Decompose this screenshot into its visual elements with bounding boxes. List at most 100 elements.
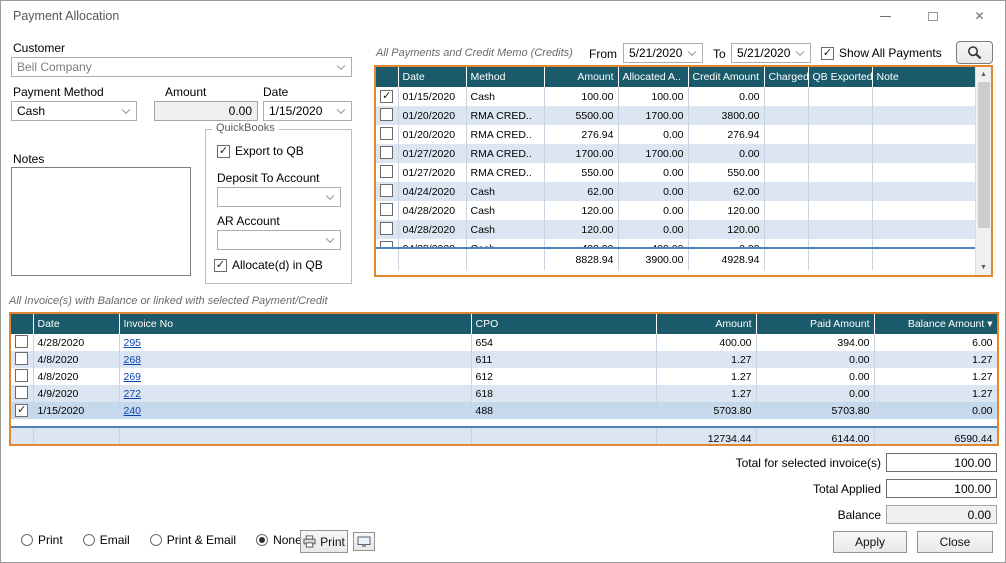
- payment-row-checkbox[interactable]: [380, 203, 393, 216]
- payment-row[interactable]: 04/28/2020 Cash 120.00 0.00 120.00: [376, 220, 975, 239]
- balance-field[interactable]: 0.00: [886, 505, 997, 524]
- payment-row-checkbox[interactable]: ✓: [380, 90, 393, 103]
- invoice-number-link[interactable]: 269: [124, 371, 142, 383]
- payment-row-checkbox[interactable]: [380, 127, 393, 140]
- payment-date-cell: 04/28/2020: [398, 220, 466, 239]
- payments-column-header[interactable]: [376, 67, 398, 87]
- scrollbar-thumb[interactable]: [978, 82, 990, 228]
- payments-column-header[interactable]: Amount: [544, 67, 618, 87]
- payment-date-combo[interactable]: 1/15/2020: [263, 101, 352, 121]
- payments-column-header[interactable]: Method: [466, 67, 544, 87]
- invoices-column-header[interactable]: Invoice No: [119, 314, 471, 334]
- invoice-row[interactable]: 4/8/2020 269 612 1.27 0.00 1.27: [11, 368, 997, 385]
- scroll-down-icon[interactable]: ▼: [976, 260, 991, 275]
- invoice-row[interactable]: ✓ 1/15/2020 240 488 5703.80 5703.80 0.00: [11, 402, 997, 419]
- payments-column-header[interactable]: Credit Amount: [688, 67, 764, 87]
- customer-combo[interactable]: Bell Company: [11, 57, 352, 77]
- from-label: From: [589, 47, 617, 61]
- payment-row[interactable]: 01/27/2020 RMA CRED.. 550.00 0.00 550.00: [376, 163, 975, 182]
- monitor-icon: [357, 536, 371, 548]
- radio-print-email[interactable]: Print & Email: [150, 533, 236, 547]
- payment-row-checkbox[interactable]: [380, 184, 393, 197]
- invoice-row[interactable]: 4/28/2020 295 654 400.00 394.00 6.00: [11, 334, 997, 351]
- to-date-combo[interactable]: 5/21/2020: [731, 43, 811, 63]
- search-button[interactable]: [956, 41, 993, 64]
- invoice-number-link[interactable]: 268: [124, 354, 142, 366]
- invoices-column-header[interactable]: Balance Amount ▾: [874, 314, 997, 334]
- magnifier-icon: [966, 45, 984, 60]
- minimize-button[interactable]: [862, 1, 909, 31]
- checkbox-box: ✓: [821, 47, 834, 60]
- invoices-totals-row: 12734.44 6144.00 6590.44: [11, 427, 997, 446]
- deposit-to-account-combo[interactable]: [217, 187, 341, 207]
- payment-row[interactable]: 04/28/2020 Cash 120.00 0.00 120.00: [376, 201, 975, 220]
- close-dialog-button[interactable]: Close: [917, 531, 993, 553]
- title-bar: Payment Allocation ✕: [1, 1, 1005, 31]
- payments-column-header[interactable]: Allocated A..: [618, 67, 688, 87]
- show-all-payments-checkbox[interactable]: ✓ Show All Payments: [821, 46, 942, 60]
- notes-input[interactable]: [11, 167, 191, 276]
- payments-caption: All Payments and Credit Memo (Credits): [376, 47, 573, 59]
- invoice-row-checkbox[interactable]: ✓: [15, 404, 28, 417]
- invoice-paid-cell: 0.00: [756, 368, 874, 385]
- payment-row[interactable]: ✓ 01/15/2020 Cash 100.00 100.00 0.00: [376, 87, 975, 106]
- apply-button[interactable]: Apply: [833, 531, 907, 553]
- print-options-button[interactable]: [353, 532, 375, 551]
- invoices-column-header[interactable]: Date: [33, 314, 119, 334]
- invoice-date-cell: 4/28/2020: [33, 334, 119, 351]
- invoices-column-header[interactable]: Amount: [656, 314, 756, 334]
- payments-column-header[interactable]: Note: [872, 67, 975, 87]
- export-to-qb-label: Export to QB: [235, 144, 304, 158]
- payment-amount-cell: 100.00: [544, 87, 618, 106]
- amount-field[interactable]: 0.00: [154, 101, 258, 121]
- invoice-row[interactable]: 4/8/2020 268 611 1.27 0.00 1.27: [11, 351, 997, 368]
- payments-column-header[interactable]: QB Exported: [808, 67, 872, 87]
- invoices-column-header[interactable]: CPO: [471, 314, 656, 334]
- payment-row[interactable]: 01/20/2020 RMA CRED.. 276.94 0.00 276.94: [376, 125, 975, 144]
- radio-print[interactable]: Print: [21, 533, 63, 547]
- export-to-qb-checkbox[interactable]: ✓ Export to QB: [217, 144, 304, 158]
- payment-method-combo[interactable]: Cash: [11, 101, 137, 121]
- invoice-row-checkbox[interactable]: [15, 386, 28, 399]
- allocated-in-qb-checkbox[interactable]: ✓ Allocate(d) in QB: [214, 258, 326, 272]
- payment-row-checkbox[interactable]: [380, 222, 393, 235]
- payment-row-checkbox[interactable]: [380, 241, 393, 248]
- invoice-amount-cell: 1.27: [656, 351, 756, 368]
- invoice-number-link[interactable]: 295: [124, 337, 142, 349]
- payment-row[interactable]: 01/20/2020 RMA CRED.. 5500.00 1700.00 38…: [376, 106, 975, 125]
- invoices-column-header[interactable]: [11, 314, 33, 334]
- invoice-number-link[interactable]: 240: [124, 405, 142, 417]
- close-button[interactable]: ✕: [956, 1, 1003, 31]
- date-label: Date: [263, 85, 288, 99]
- print-option-radios: Print Email Print & Email None: [21, 533, 302, 547]
- payment-row[interactable]: 04/24/2020 Cash 62.00 0.00 62.00: [376, 182, 975, 201]
- total-applied-field[interactable]: 100.00: [886, 479, 997, 498]
- invoice-row-checkbox[interactable]: [15, 369, 28, 382]
- invoices-column-header[interactable]: Paid Amount: [756, 314, 874, 334]
- payments-rows-area: ✓ 01/15/2020 Cash 100.00 100.00 0.00 01/…: [376, 87, 975, 247]
- customer-label: Customer: [13, 41, 65, 55]
- radio-none[interactable]: None: [256, 533, 302, 547]
- ar-account-combo[interactable]: [217, 230, 341, 250]
- payment-row-checkbox[interactable]: [380, 146, 393, 159]
- payment-row[interactable]: 04/28/2020 Cash 400.00 400.00 0.00: [376, 239, 975, 247]
- payments-column-header[interactable]: Date: [398, 67, 466, 87]
- invoice-row[interactable]: 4/9/2020 272 618 1.27 0.00 1.27: [11, 385, 997, 402]
- radio-email[interactable]: Email: [83, 533, 130, 547]
- payment-row-checkbox[interactable]: [380, 108, 393, 121]
- from-date-combo[interactable]: 5/21/2020: [623, 43, 703, 63]
- scroll-up-icon[interactable]: ▲: [976, 67, 991, 82]
- payment-row-checkbox[interactable]: [380, 165, 393, 178]
- payment-charged-cell: [764, 87, 808, 106]
- invoice-balance-cell: 1.27: [874, 368, 997, 385]
- invoice-row-checkbox[interactable]: [15, 352, 28, 365]
- payment-row[interactable]: 01/27/2020 RMA CRED.. 1700.00 1700.00 0.…: [376, 144, 975, 163]
- print-button[interactable]: Print: [300, 530, 348, 553]
- payments-scrollbar[interactable]: ▲ ▼: [975, 67, 991, 275]
- invoice-number-link[interactable]: 272: [124, 388, 142, 400]
- total-selected-field[interactable]: 100.00: [886, 453, 997, 472]
- payments-column-header[interactable]: Charged: [764, 67, 808, 87]
- payment-method-label: Payment Method: [13, 85, 104, 99]
- invoice-row-checkbox[interactable]: [15, 335, 28, 348]
- maximize-button[interactable]: [909, 1, 956, 31]
